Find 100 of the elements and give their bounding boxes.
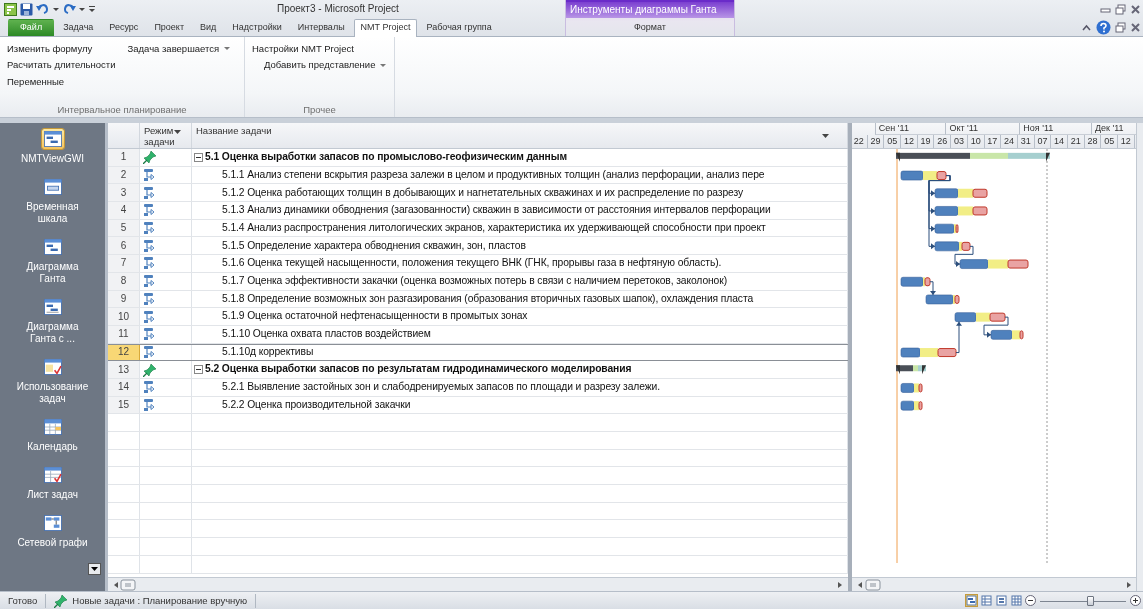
ribbon-tab[interactable]: Формат	[627, 18, 673, 36]
task-name: 5.1.9 Оценка остаточной нефтенасыщенности в промытых зонах	[222, 310, 528, 323]
view-label[interactable]: Диаграмма Ганта	[15, 261, 90, 285]
slider-thumb[interactable]	[1087, 595, 1095, 606]
restore-icon[interactable]	[1115, 21, 1126, 33]
customize-icon[interactable]	[88, 3, 96, 15]
task-bar[interactable]	[900, 400, 923, 411]
view-button[interactable]	[995, 594, 1008, 607]
ribbon-tab[interactable]: Интервалы	[290, 19, 352, 36]
calendar-icon[interactable]	[41, 417, 64, 437]
summary-bar[interactable]	[896, 152, 1050, 162]
ribbon-tab[interactable]: Задача	[56, 19, 101, 36]
column-header[interactable]: Режим задачи	[144, 125, 174, 148]
bar-arrow-icon	[143, 168, 155, 183]
view-label[interactable]: Календарь	[15, 441, 90, 453]
row-number[interactable]: 5	[120, 222, 127, 235]
task-bar[interactable]	[990, 330, 1024, 340]
row-number[interactable]: 9	[120, 292, 127, 305]
task-bar[interactable]	[900, 383, 923, 393]
bar-arrow-icon	[143, 221, 155, 236]
zoom-out-icon[interactable]	[1025, 595, 1036, 606]
pushpin-icon	[54, 593, 69, 608]
caret-icon[interactable]	[174, 130, 181, 134]
summary-bar[interactable]	[896, 365, 926, 375]
task-bar[interactable]	[934, 188, 988, 199]
view-button[interactable]	[980, 594, 993, 607]
ribbon-tab[interactable]: Ресурс	[102, 19, 146, 36]
dropdown-button[interactable]: Задача завершается	[124, 41, 234, 57]
status-text[interactable]: Новые задачи : Планирование вручную	[72, 594, 248, 607]
ribbon-tab[interactable]: Проект	[147, 19, 192, 36]
task-name: 5.1.6 Оценка текущей насыщенности, положения текущего ВНК (ГНК, прорывы газа в нефтяную область).	[222, 257, 722, 270]
task-bar[interactable]	[954, 312, 1006, 322]
bar-arrow-icon	[143, 345, 155, 360]
task-sheet-icon[interactable]	[41, 465, 64, 485]
zoom-slider[interactable]	[1040, 594, 1126, 607]
task-bar[interactable]	[925, 294, 960, 305]
view-label[interactable]: Временная шкала	[15, 201, 90, 225]
task-bar[interactable]	[959, 259, 1029, 269]
task-bar[interactable]	[900, 347, 957, 358]
task-name: 5.1.2 Оценка работающих толщин в добывающих и нагнетательных скважинах и их распределение по разрезу	[222, 186, 744, 199]
dropdown-button[interactable]: Добавить представление	[261, 57, 390, 73]
view-label[interactable]: Сетевой графи	[15, 537, 90, 549]
day-label: 19	[917, 135, 935, 148]
ribbon-tab[interactable]: NMT Project	[353, 19, 418, 37]
row-number[interactable]: 1	[120, 151, 127, 164]
view-label[interactable]: Использование задач	[15, 381, 90, 405]
close-icon[interactable]	[1130, 3, 1141, 15]
task-bar[interactable]	[934, 206, 988, 216]
ribbon-button[interactable]: Расчитать длительности	[4, 57, 119, 73]
ribbon-tab[interactable]: Надстройки	[225, 19, 289, 36]
row-number[interactable]: 2	[120, 169, 127, 182]
row-number[interactable]: 6	[120, 239, 127, 252]
app-icon[interactable]	[4, 2, 17, 16]
collapse-icon[interactable]	[194, 365, 203, 375]
task-bar[interactable]	[934, 223, 959, 234]
close-icon[interactable]	[1130, 21, 1141, 33]
task-name: 5.2 Оценка выработки запасов по результатам гидродинамического моделирования	[205, 363, 632, 376]
gantt-chart-icon[interactable]	[41, 129, 64, 149]
column-header[interactable]: Название задачи	[196, 125, 272, 137]
redo-icon[interactable]	[62, 3, 76, 15]
task-bar[interactable]	[934, 241, 971, 252]
row-number[interactable]: 8	[120, 275, 127, 288]
zoom-in-icon[interactable]	[1130, 595, 1141, 606]
more-views-button[interactable]	[88, 563, 101, 575]
ribbon-tab[interactable]: Рабочая группа	[419, 19, 499, 36]
save-icon[interactable]	[20, 2, 33, 16]
timeline-icon[interactable]	[41, 177, 64, 197]
month-label: Окт '11	[946, 123, 1021, 135]
row-number[interactable]: 7	[120, 257, 127, 270]
ribbon-button[interactable]: Настройки NMT Project	[249, 41, 390, 57]
bar-arrow-icon	[143, 397, 155, 412]
caret-icon[interactable]	[91, 567, 98, 571]
help-icon[interactable]	[1096, 19, 1111, 35]
gantt-chart-icon[interactable]	[41, 237, 64, 257]
task-name: 5.2.2 Оценка производительной закачки	[222, 398, 411, 412]
undo-icon[interactable]	[36, 3, 50, 15]
gantt-chart-icon[interactable]	[41, 297, 64, 317]
task-name: 5.1.3 Анализ динамики обводнения (загазованности) скважин в зависимости от расстояния интервалов перфорации	[222, 204, 771, 217]
view-label[interactable]: Диаграмма Ганта с ...	[15, 321, 90, 345]
restore-icon[interactable]	[1115, 3, 1126, 15]
task-bar[interactable]	[900, 276, 931, 287]
view-label[interactable]: Лист задач	[15, 489, 90, 501]
view-label[interactable]: NMTViewGWI	[15, 153, 90, 165]
day-label: 24	[1001, 135, 1018, 148]
caret-icon[interactable]	[822, 134, 829, 138]
bar-arrow-icon	[143, 291, 155, 306]
task-bar[interactable]	[900, 170, 947, 181]
vertical-scrollbar[interactable]	[1136, 123, 1143, 591]
row-number[interactable]: 3	[120, 186, 127, 199]
ribbon-tab[interactable]: Вид	[193, 19, 224, 36]
collapse-icon[interactable]	[194, 152, 203, 162]
task-name: 5.1.8 Определение возможных зон разгазирования (образования вторичных газовых шапок), охлаждения пласта	[222, 292, 753, 305]
usage-sheet-icon[interactable]	[41, 357, 64, 377]
view-button[interactable]	[965, 594, 978, 607]
task-name: 5.1.5 Определение характера обводнения скважин, зон, пластов	[222, 239, 526, 252]
task-name: 5.1.1 Анализ степени вскрытия разреза залежи в целом и продуктивных толщин (анализ перфорации, анализ пере	[222, 168, 765, 182]
network-diagram-icon[interactable]	[41, 513, 64, 533]
row-number[interactable]: 4	[120, 204, 127, 217]
ribbon-button[interactable]: Изменить формулу	[4, 41, 119, 57]
ribbon-button[interactable]: Переменные	[4, 73, 119, 90]
